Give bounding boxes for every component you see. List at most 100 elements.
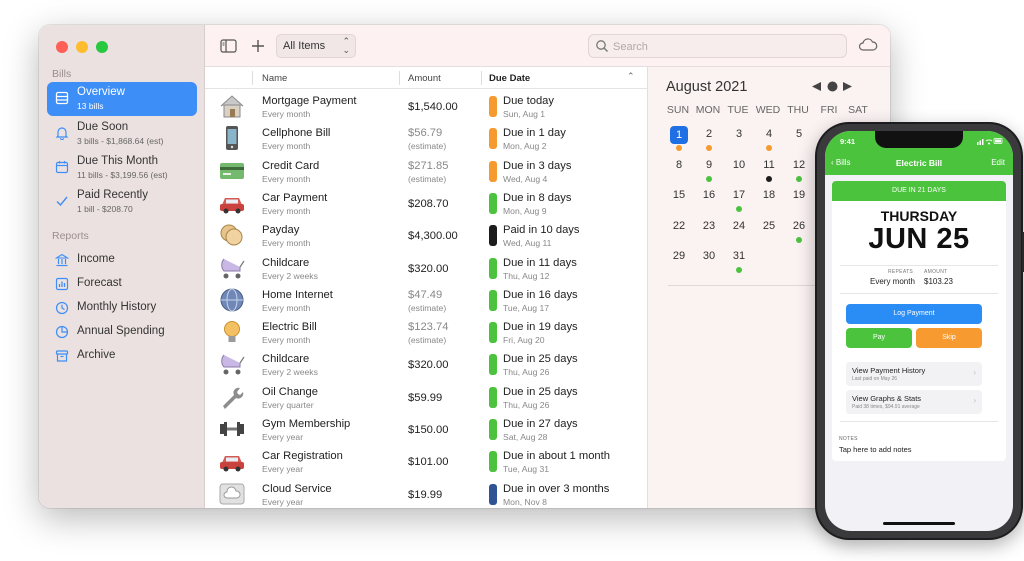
sidebar-item-archive[interactable]: Archive — [47, 340, 197, 374]
row-title: View Payment History — [852, 366, 926, 375]
sidebar-icon — [219, 39, 237, 53]
table-row[interactable]: Home Internet Every month $47.49 (estimate)… — [205, 284, 647, 316]
zoom-window-button[interactable] — [96, 41, 108, 53]
table-row[interactable]: Mortgage Payment Every month $1,540.00 Due … — [205, 90, 647, 122]
calendar-event-dot — [706, 175, 712, 182]
sync-button[interactable] — [858, 37, 878, 55]
pay-button[interactable]: Pay — [846, 328, 912, 348]
sidebar: Bills Overview 13 bills Due Soon 3 bills… — [39, 25, 205, 508]
minimize-window-button[interactable] — [76, 41, 88, 53]
view-payment-history-row[interactable]: View Payment History Last paid on May 26… — [846, 362, 982, 386]
sort-ascending-icon[interactable]: ⌃ — [627, 71, 635, 82]
table-row[interactable]: Credit Card Every month $271.85 (estimate) D… — [205, 155, 647, 187]
status-time: 9:41 — [840, 137, 856, 146]
bill-frequency: Every year — [262, 464, 304, 475]
table-row[interactable]: Car Registration Every year $101.00 Due in … — [205, 445, 647, 477]
window-controls — [56, 41, 108, 53]
table-row[interactable]: Car Payment Every month $208.70 Due in 8 da… — [205, 187, 647, 219]
credit-card-icon — [218, 158, 246, 184]
triangle-left-icon — [811, 81, 821, 91]
calendar-day[interactable]: 25 — [756, 217, 782, 239]
filter-select[interactable]: All Items ⌃ ⌄ — [276, 34, 356, 58]
calendar-day[interactable]: 8 — [666, 156, 692, 178]
calendar-day[interactable]: 5 — [786, 125, 812, 147]
calendar-day[interactable]: 16 — [696, 186, 722, 208]
calendar-day[interactable]: 10 — [726, 156, 752, 178]
table-row[interactable]: Childcare Every 2 weeks $320.00 Due in 25 d… — [205, 348, 647, 380]
view-graphs-row[interactable]: View Graphs & Stats Paid 38 times, $94.9… — [846, 390, 982, 414]
home-indicator — [883, 522, 955, 525]
status-indicator — [489, 322, 497, 344]
calendar-day[interactable]: 17 — [726, 186, 752, 208]
sidebar-toggle-button[interactable] — [218, 36, 238, 56]
dumbbell-icon — [218, 416, 246, 442]
calendar-day[interactable]: 29 — [666, 247, 692, 269]
calendar-day[interactable]: 22 — [666, 217, 692, 239]
calendar-day[interactable]: 19 — [786, 186, 812, 208]
due-date: Thu, Aug 26 — [503, 367, 550, 378]
table-row[interactable]: Electric Bill Every month $123.74 (estimate… — [205, 316, 647, 348]
notes-label: NOTES — [839, 436, 858, 442]
calendar-day[interactable]: 4 — [756, 125, 782, 147]
column-header-amount[interactable]: Amount — [408, 73, 441, 84]
notes-field[interactable]: Tap here to add notes — [839, 445, 912, 454]
table-row[interactable]: Cellphone Bill Every month $56.79 (estimate… — [205, 122, 647, 154]
add-bill-button[interactable] — [248, 36, 268, 56]
bill-name: Car Registration — [262, 450, 343, 463]
calendar-day[interactable]: 1 — [670, 126, 688, 144]
table-row[interactable]: Payday Every month $4,300.00 Paid in 10 day… — [205, 219, 647, 251]
bill-name: Electric Bill — [262, 321, 317, 334]
sidebar-item-label: Due Soon — [77, 121, 129, 133]
checkmark-icon — [54, 193, 70, 209]
bill-frequency: Every 2 weeks — [262, 270, 318, 281]
search-input[interactable] — [613, 38, 833, 55]
log-payment-button[interactable]: Log Payment — [846, 304, 982, 324]
previous-month-button[interactable] — [809, 79, 823, 93]
calendar-day[interactable]: 23 — [696, 217, 722, 239]
calendar-day[interactable]: 9 — [696, 156, 722, 178]
table-row[interactable]: Oil Change Every quarter $59.99 Due in 25 d… — [205, 381, 647, 413]
bill-name: Payday — [262, 224, 300, 237]
bill-amount: $47.49 — [408, 288, 443, 301]
calendar-day[interactable]: 2 — [696, 125, 722, 147]
chevron-updown-icon: ⌃ ⌄ — [342, 36, 350, 55]
calendar-day[interactable]: 30 — [696, 247, 722, 269]
skip-button[interactable]: Skip — [916, 328, 982, 348]
sidebar-item-overview[interactable]: Overview 13 bills — [47, 82, 197, 116]
sidebar-item-due-this-month[interactable]: Due This Month 11 bills - $3,199.56 (est… — [47, 151, 197, 185]
column-header-due-date[interactable]: Due Date — [489, 73, 530, 84]
calendar-weekday: FRI — [820, 104, 838, 116]
table-row[interactable]: Cloud Service Every year $19.99 Due in over… — [205, 478, 647, 508]
status-indicator — [489, 419, 497, 440]
calendar-day[interactable]: 24 — [726, 217, 752, 239]
calendar-day[interactable]: 3 — [726, 125, 752, 147]
next-month-button[interactable] — [840, 79, 854, 93]
estimate-note: (estimate) — [408, 141, 447, 152]
calendar-day[interactable]: 12 — [786, 156, 812, 178]
list-icon — [54, 90, 70, 106]
sidebar-item-due-soon[interactable]: Due Soon 3 bills - $1,868.64 (est) — [47, 117, 197, 151]
due-date: Mon, Aug 9 — [503, 205, 547, 216]
nav-title: Electric Bill — [895, 158, 943, 168]
sidebar-item-label: Monthly History — [77, 301, 157, 313]
calendar-day[interactable]: 26 — [786, 217, 812, 239]
search-field[interactable] — [588, 34, 847, 58]
sidebar-item-paid-recently[interactable]: Paid Recently 1 bill - $208.70 — [47, 185, 197, 219]
calendar-weekday: SAT — [848, 104, 868, 116]
edit-button[interactable]: Edit — [991, 158, 1005, 167]
close-window-button[interactable] — [56, 41, 68, 53]
status-icons — [977, 138, 1003, 145]
calendar-day[interactable]: 11 — [756, 156, 782, 178]
calendar-day[interactable]: 31 — [726, 247, 752, 269]
status-indicator — [489, 386, 497, 408]
calendar-day[interactable]: 15 — [666, 186, 692, 208]
column-separator — [252, 71, 253, 85]
calendar-event-dot — [796, 175, 802, 182]
column-header-name[interactable]: Name — [262, 73, 287, 84]
table-row[interactable]: Childcare Every 2 weeks $320.00 Due in 11 d… — [205, 252, 647, 284]
due-banner: DUE IN 21 DAYS — [832, 181, 1006, 201]
calendar-day[interactable]: 18 — [756, 186, 782, 208]
today-button[interactable] — [825, 79, 839, 93]
status-indicator — [489, 451, 497, 473]
table-row[interactable]: Gym Membership Every year $150.00 Due in 27… — [205, 413, 647, 445]
